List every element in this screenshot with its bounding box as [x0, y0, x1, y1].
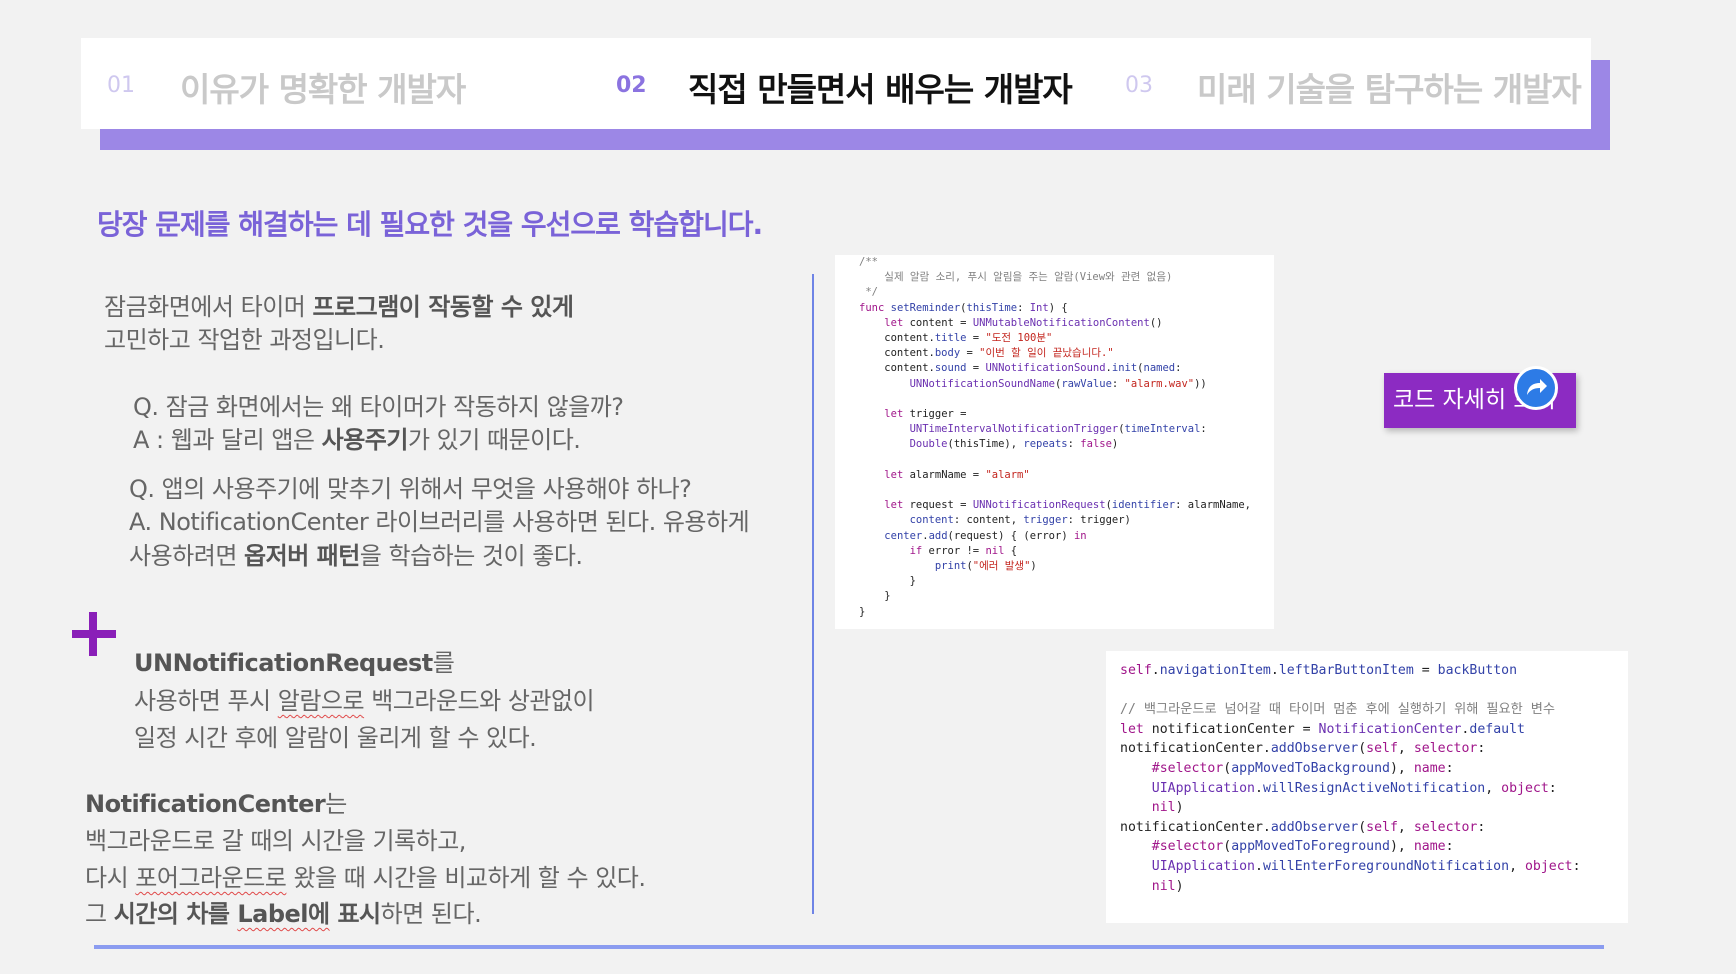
code-snippet-notification-center: self.navigationItem.leftBarButtonItem = … [1106, 651, 1628, 923]
bottom-divider [94, 945, 1604, 949]
question-1: Q. 잠금 화면에서는 왜 타이머가 작동하지 않을까? [133, 393, 624, 421]
headline: 당장 문제를 해결하는 데 필요한 것을 우선으로 학습합니다. [97, 208, 763, 241]
share-arrow-icon[interactable] [1514, 366, 1558, 410]
vertical-divider [812, 274, 814, 914]
intro-line-1: 잠금화면에서 타이머 프로그램이 작동할 수 있게 [104, 293, 574, 321]
tab-1-label[interactable]: 이유가 명확한 개발자 [180, 63, 466, 111]
plus-icon-bar [72, 630, 116, 638]
tab-2-number: 02 [616, 73, 647, 98]
tab-1-number: 01 [107, 73, 135, 98]
tab-3-number: 03 [1125, 73, 1153, 98]
note-2-line-2: 백그라운드로 갈 때의 시간을 기록하고, [85, 827, 466, 855]
answer-2-line-1: A. NotificationCenter 라이브러리를 사용하면 된다. 유용… [129, 508, 750, 536]
answer-1: A : 웹과 달리 앱은 사용주기가 있기 때문이다. [133, 426, 581, 454]
note-1-line-2: 사용하면 푸시 알람으로 백그라운드와 상관없이 [134, 687, 595, 715]
note-2-line-4: 그 시간의 차를 Label에 표시하면 된다. [85, 900, 482, 928]
answer-2-line-2: 사용하려면 옵저버 패턴을 학습하는 것이 좋다. [129, 542, 583, 570]
tab-2-label[interactable]: 직접 만들면서 배우는 개발자 [688, 63, 1073, 111]
note-1-line-1: UNNotificationRequest를 [134, 649, 455, 677]
note-2-line-1: NotificationCenter는 [85, 790, 347, 818]
code-snippet-notification-center-text: self.navigationItem.leftBarButtonItem = … [1120, 663, 1581, 894]
note-1-line-3: 일정 시간 후에 알람이 울리게 할 수 있다. [134, 724, 537, 752]
tab-3-label[interactable]: 미래 기술을 탐구하는 개발자 [1197, 63, 1582, 111]
question-2: Q. 앱의 사용주기에 맞추기 위해서 무엇을 사용해야 하나? [129, 475, 692, 503]
note-2-line-3: 다시 포어그라운드로 왔을 때 시간을 비교하게 할 수 있다. [85, 864, 646, 892]
intro-line-2: 고민하고 작업한 과정입니다. [104, 326, 385, 354]
code-snippet-reminder-text: /** 실제 알람 소리, 푸시 알림을 주는 알람(View와 관련 없음) … [859, 256, 1251, 618]
tab-bar: 01 이유가 명확한 개발자 02 직접 만들면서 배우는 개발자 03 미래 … [81, 38, 1591, 129]
code-snippet-reminder: /** 실제 알람 소리, 푸시 알림을 주는 알람(View와 관련 없음) … [835, 255, 1274, 629]
